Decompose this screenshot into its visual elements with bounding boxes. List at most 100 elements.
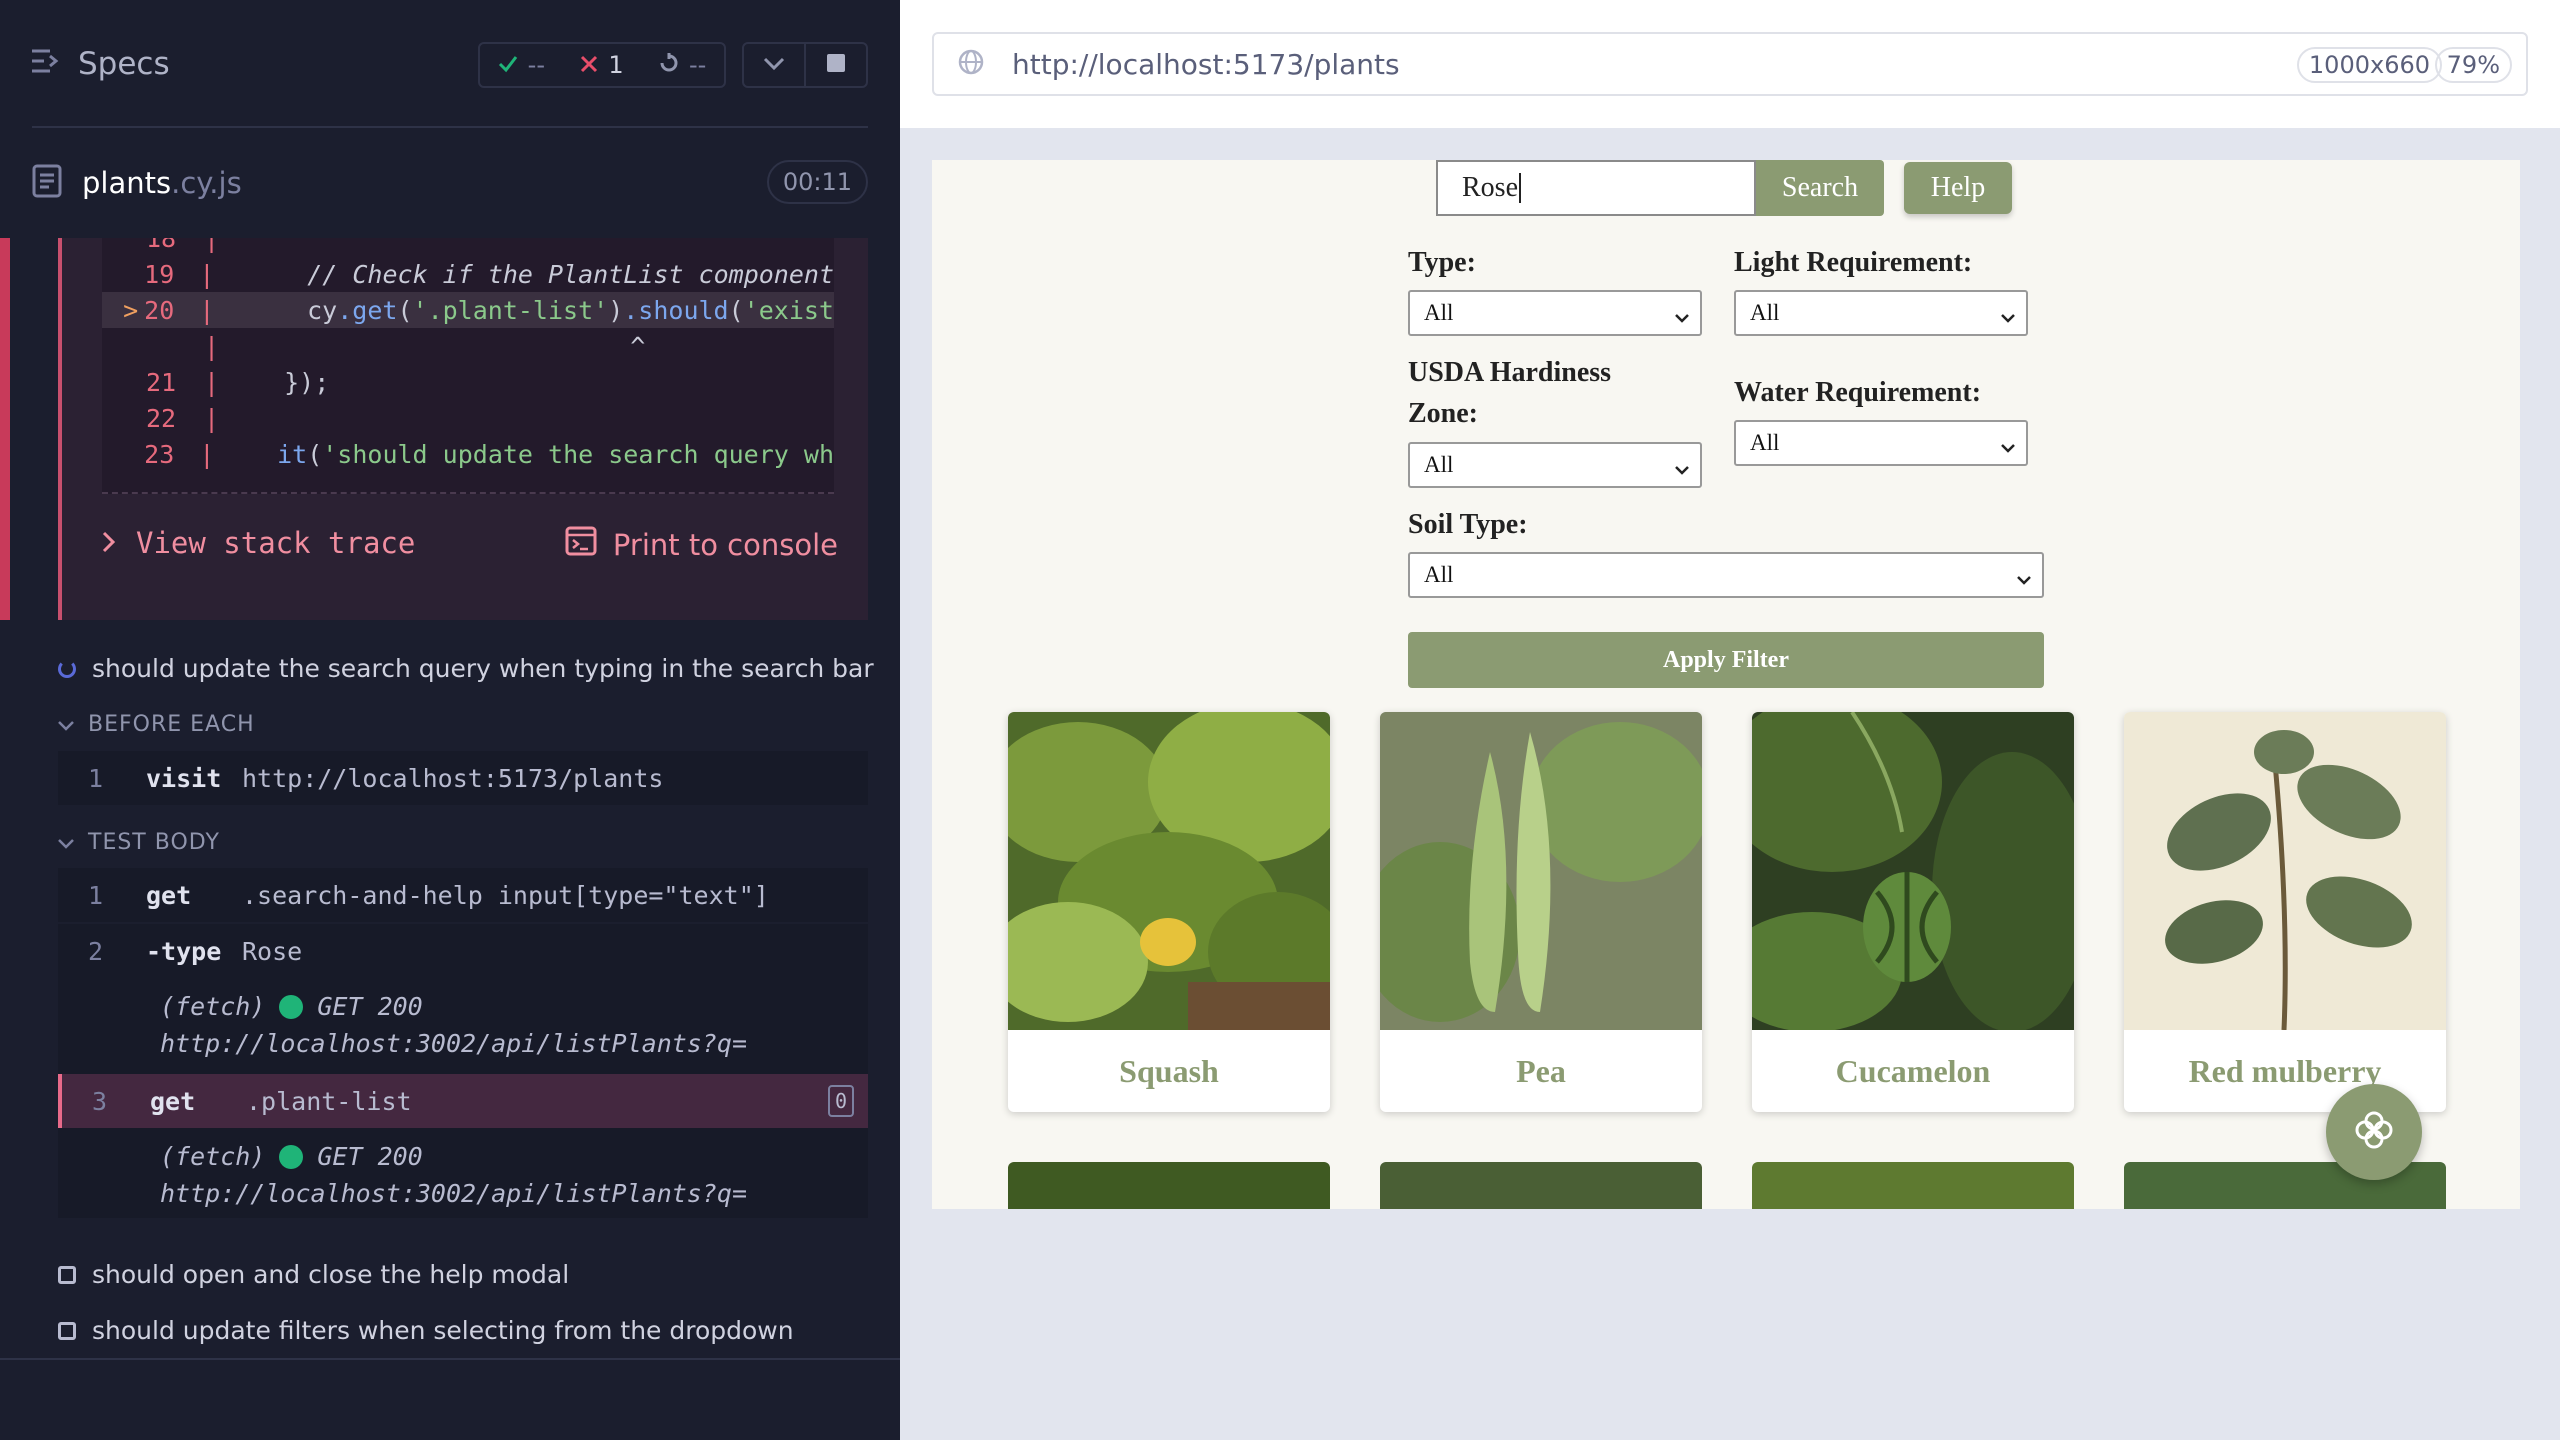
pending-test[interactable]: should open and close the help modal (58, 1260, 569, 1289)
url-text: http://localhost:5173/plants (1012, 47, 1400, 81)
command-number: 2 (88, 936, 104, 966)
command-name: get (146, 880, 192, 910)
cypress-reporter: Specs -- 1 -- plants .cy.js 00:11 18 | 1… (0, 0, 900, 1440)
plant-image (1008, 712, 1330, 1030)
plant-card[interactable]: Pea (1380, 712, 1702, 1112)
chevron-down-icon (58, 712, 74, 737)
fetch-label: (fetch) (160, 1142, 266, 1171)
apply-filter-button[interactable]: Apply Filter (1408, 632, 2044, 688)
plant-card[interactable]: Cucamelon (1752, 712, 2074, 1112)
spinner-icon (58, 659, 76, 678)
usda-label-line: Zone: (1408, 398, 1478, 429)
fetch-url: http://localhost:3002/api/listPlants?q= (160, 1029, 747, 1058)
command-row-active[interactable]: 3 get .plant-list 0 (58, 1074, 868, 1128)
terminal-icon (565, 526, 597, 563)
chevron-down-icon (763, 56, 785, 75)
menu-icon (30, 46, 60, 82)
code-line: 18 | (146, 238, 220, 253)
error-section: 18 | 19 | // Check if the PlantList compon… (0, 238, 900, 620)
code-line: 23 | it('should update the search query w… (144, 439, 834, 469)
stat-passed: -- (498, 51, 545, 79)
soil-select[interactable]: All (1408, 552, 2044, 598)
stat-pending: -- (659, 51, 706, 79)
code-line: 19 | // Check if the PlantList component (144, 259, 834, 289)
search-input[interactable]: Rose (1436, 160, 1756, 216)
command-number: 3 (92, 1086, 108, 1116)
failed-count: 1 (608, 51, 624, 79)
before-each-hook[interactable]: BEFORE EACH (58, 712, 255, 737)
plant-name: Squash (1119, 1052, 1219, 1089)
water-select[interactable]: All (1734, 420, 2028, 466)
text-cursor (1519, 173, 1521, 203)
floating-action-button[interactable] (2326, 1084, 2422, 1180)
current-test-title[interactable]: should update the search query when typi… (58, 654, 874, 683)
flower-icon (2354, 1110, 2394, 1155)
status-dot-icon (279, 994, 304, 1019)
command-row[interactable]: 1 get .search-and-help input[type="text"… (58, 868, 868, 922)
fetch-status: GET 200 (317, 992, 423, 1021)
chevron-down-icon (2000, 434, 2016, 460)
stop-button[interactable] (806, 44, 866, 86)
soil-label: Soil Type: (1408, 509, 1528, 540)
plant-card[interactable] (1008, 1162, 1330, 1209)
fetch-label: (fetch) (160, 992, 266, 1021)
print-to-console-button[interactable]: Print to console (565, 526, 838, 563)
print-to-console-label: Print to console (612, 527, 838, 562)
usda-select[interactable]: All (1408, 442, 1702, 488)
chevron-right-icon (102, 526, 116, 560)
command-name: visit (146, 763, 222, 793)
water-label: Water Requirement: (1734, 377, 1982, 408)
plant-image (2124, 712, 2446, 1030)
plant-card[interactable] (1380, 1162, 1702, 1209)
view-stack-trace-button[interactable]: View stack trace (102, 526, 415, 560)
x-icon (580, 51, 598, 79)
pending-test[interactable]: should update filters when selecting fro… (58, 1316, 794, 1345)
app-under-test: http://localhost:5173/plants 1000x660 79… (900, 0, 2560, 1440)
app-viewport: Rose Search Help Type: All Light Require… (932, 160, 2520, 1209)
file-icon (32, 164, 62, 202)
command-number: 1 (88, 763, 104, 793)
pending-count: -- (688, 51, 707, 79)
status-dot-icon (279, 1144, 304, 1169)
pending-test-icon (58, 1321, 76, 1340)
type-select[interactable]: All (1408, 290, 1702, 336)
fetch-log[interactable]: (fetch) GET 200 http://localhost:3002/ap… (58, 1128, 868, 1218)
command-row[interactable]: 1 visit http://localhost:5173/plants (58, 751, 868, 805)
command-arg: Rose (242, 936, 303, 966)
usda-label: USDA Hardiness Zone: (1408, 352, 1611, 434)
spec-ext: .cy.js (171, 166, 242, 200)
type-select-value: All (1424, 300, 1454, 325)
help-button[interactable]: Help (1904, 162, 2012, 214)
plant-image (1380, 712, 1702, 1030)
url-bar[interactable]: http://localhost:5173/plants 1000x660 79… (932, 32, 2528, 96)
plant-name: Cucamelon (1835, 1052, 1991, 1089)
specs-label: Specs (78, 46, 170, 82)
zoom-level[interactable]: 79% (2434, 47, 2512, 83)
search-button[interactable]: Search (1756, 160, 1884, 216)
code-frame: 18 | 19 | // Check if the PlantList compon… (102, 238, 834, 494)
specs-button[interactable]: Specs (30, 46, 170, 82)
failure-indicator (0, 238, 10, 620)
spec-file-row[interactable]: plants .cy.js 00:11 (0, 128, 900, 238)
stat-failed: 1 (580, 51, 624, 79)
pending-test-label: should update filters when selecting fro… (92, 1316, 794, 1345)
code-line: 21 | }); (146, 367, 330, 397)
plant-card[interactable]: Squash (1008, 712, 1330, 1112)
command-row[interactable]: 2 -type Rose (58, 924, 868, 978)
current-test-label: should update the search query when typi… (92, 654, 874, 683)
test-body-hook[interactable]: TEST BODY (58, 830, 220, 855)
stop-icon (826, 53, 846, 77)
plant-card[interactable] (1752, 1162, 2074, 1209)
light-select[interactable]: All (1734, 290, 2028, 336)
test-body-label: TEST BODY (88, 830, 220, 855)
collapse-button[interactable] (744, 44, 806, 86)
light-label: Light Requirement: (1734, 247, 1973, 278)
spec-duration: 00:11 (766, 160, 868, 204)
search-value: Rose (1462, 172, 1518, 203)
viewport-size[interactable]: 1000x660 (2296, 47, 2442, 83)
plant-card[interactable]: Red mulberry (2124, 712, 2446, 1112)
error-actions: View stack trace Print to console (62, 526, 872, 586)
usda-select-value: All (1424, 452, 1454, 477)
fetch-log[interactable]: (fetch) GET 200 http://localhost:3002/ap… (58, 978, 868, 1074)
reporter-footer-divider (0, 1358, 900, 1360)
